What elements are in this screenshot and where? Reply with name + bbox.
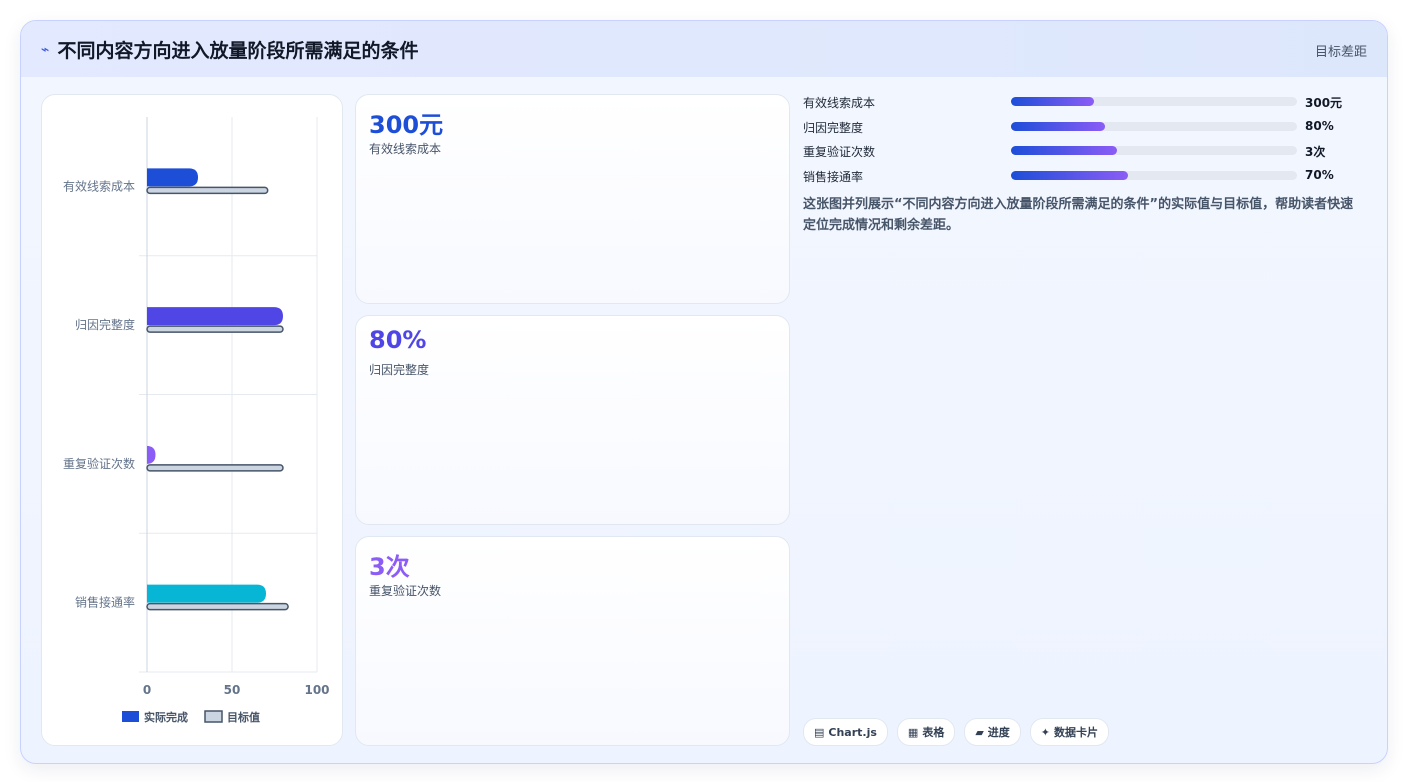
progress-value: 3次 [1305,145,1326,159]
x-tick-label: 100 [304,683,329,697]
x-tick-label: 0 [143,683,151,697]
bar-target [146,325,284,333]
progress-row: 有效线索成本 300元 [803,94,1363,119]
bar-chart: 0 50 100 有效线索成本归因完整度重复验证次数销售接通率实际完成 目标值 [63,117,330,724]
tag-list: ▤ Chart.js ▦ 表格 ▰ 进度 ✦ 数据卡片 [803,718,1110,746]
tag-label: 数据卡片 [1054,726,1099,739]
page-title-text: 不同内容方向进入放量阶段所需满足的条件 [57,40,419,62]
legend-swatch-target [204,710,223,723]
y-tick-label: 有效线索成本 [63,178,135,193]
sparkle-icon: ✦ [1040,725,1051,739]
legend-swatch-actual [122,711,139,722]
page-title: ⌁ 不同内容方向进入放量阶段所需满足的条件 [41,36,418,63]
kpi-card: 3次 重复验证次数 [355,536,790,746]
progress-label: 销售接通率 [803,169,864,184]
dashboard-panel: ⌁ 不同内容方向进入放量阶段所需满足的条件 目标差距 0 50 100 有效线索成本归… [20,20,1388,764]
progress-label: 归因完整度 [803,120,864,135]
x-tick-label: 50 [224,683,241,697]
kpi-card: 300元 有效线索成本 [355,94,790,304]
progress-label: 重复验证次数 [803,145,876,159]
kpi-value: 80% [369,326,427,354]
chart-description: 这张图并列展示“不同内容方向进入放量阶段所需满足的条件”的实际值与目标值，帮助读… [803,197,1354,233]
progress-fill [1011,121,1106,131]
progress-value: 80% [1305,118,1334,133]
bar-actual [147,584,266,603]
tag-label: 进度 [987,726,1010,739]
y-tick-label: 重复验证次数 [63,456,135,471]
bar-actual [146,445,156,464]
y-tick-label: 销售接通率 [75,595,135,610]
progress-track [1011,170,1297,180]
progress-fill [1011,146,1117,155]
panel-header: ⌁ 不同内容方向进入放量阶段所需满足的条件 目标差距 [21,21,1387,77]
legend-label-actual: 实际完成 [144,710,188,724]
bar-target [146,186,269,195]
kpi-label: 有效线索成本 [369,142,442,156]
y-tick-label: 归因完整度 [75,317,135,332]
progress-row: 归因完整度 80% [803,119,1363,144]
tag-progress[interactable]: ▰ 进度 [964,718,1021,746]
progress-row: 重复验证次数 3次 [803,143,1363,168]
bar-target [146,464,284,472]
bar-actual [147,168,198,187]
progress-icon: ▰ [975,725,984,739]
tag-table[interactable]: ▦ 表格 [896,718,956,746]
tag-data-cards[interactable]: ✦ 数据卡片 [1029,718,1110,746]
progress-value: 300元 [1305,96,1343,110]
progress-fill [1011,170,1129,180]
kpi-value: 3次 [369,553,410,581]
chart-icon: ▤ [814,725,825,739]
progress-track [1011,146,1297,155]
kpi-label: 归因完整度 [369,363,430,377]
progress-fill [1011,97,1094,106]
progress-track [1011,97,1297,106]
progress-value: 70% [1305,167,1334,182]
kpi-card: 80% 归因完整度 [355,315,790,525]
legend-label-target: 目标值 [227,710,260,724]
kpi-label: 重复验证次数 [369,584,442,598]
progress-list: 有效线索成本 300元 归因完整度 80% 重复验证次数 3次 销售接通率 70… [803,94,1363,192]
chart-line-icon: ⌁ [41,41,50,58]
tag-chartjs[interactable]: ▤ Chart.js [803,718,888,746]
header-right-label: 目标差距 [1314,45,1367,60]
bar-chart-card: 0 50 100 有效线索成本归因完整度重复验证次数销售接通率实际完成 目标值 [41,94,343,746]
tag-label: 表格 [922,726,945,739]
table-icon: ▦ [907,725,919,739]
progress-row: 销售接通率 70% [803,168,1363,193]
bar-actual [147,307,283,326]
progress-track [1011,121,1297,131]
bar-target [146,602,289,611]
progress-label: 有效线索成本 [803,96,876,110]
tag-label: Chart.js [828,725,877,739]
kpi-value: 300元 [369,111,444,139]
